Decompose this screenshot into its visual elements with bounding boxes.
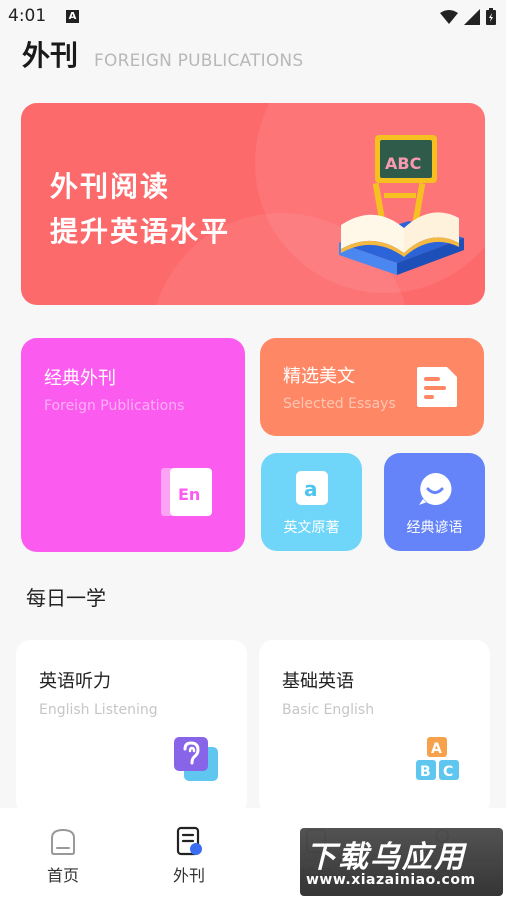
ear-icon [174,737,218,781]
banner-line1: 外刊阅读 [50,170,171,203]
watermark-url: www.xiazainiao.com [306,872,476,888]
wifi-icon [440,9,458,24]
publications-title: 经典外刊 [44,368,116,389]
svg-text:C: C [443,764,453,780]
letter-a-icon: a [295,471,328,505]
svg-text:A: A [431,741,442,757]
watermark-title: 下载乌应用 [306,840,466,875]
battery-icon [486,8,496,25]
home-icon [51,828,75,855]
essays-title: 精选美文 [283,366,355,387]
book-blackboard-illustration: ABC [339,135,464,275]
proverbs-label: 经典谚语 [406,520,463,536]
document-icon [417,367,457,407]
blackboard-text: ABC [385,154,421,173]
signal-icon [464,8,480,25]
banner-line2: 提升英语水平 [50,215,231,248]
svg-text:En: En [178,485,200,504]
abc-blocks-icon: A B C [416,737,459,780]
tab-publications-label: 外刊 [172,866,205,885]
en-book-icon: En [161,468,212,516]
originals-label: 英文原著 [283,520,340,536]
english-listening-card[interactable]: 英语听力 English Listening [16,640,247,815]
promo-banner[interactable]: 外刊阅读 提升英语水平 ABC [21,103,485,305]
publications-subtitle: Foreign Publications [44,398,185,414]
page-header: 外刊 FOREIGN PUBLICATIONS [22,34,303,74]
svg-text:B: B [420,764,431,780]
publication-icon [176,826,202,856]
status-time: 4:01 [8,6,47,26]
chat-bubble-icon [418,472,451,505]
basic-english-title: 基础英语 [282,671,354,692]
site-watermark: 下载乌应用 www.xiazainiao.com [300,828,503,896]
daily-learning-heading: 每日一学 [26,586,106,610]
selected-essays-card[interactable]: 精选美文 Selected Essays [260,338,484,436]
tab-home[interactable]: 首页 [13,826,113,886]
essays-subtitle: Selected Essays [283,396,396,412]
page-subtitle: FOREIGN PUBLICATIONS [94,51,304,71]
classic-proverbs-card[interactable]: 经典谚语 [384,453,485,551]
svg-text:a: a [304,477,318,501]
english-originals-card[interactable]: a 英文原著 [261,453,362,551]
page-title: 外刊 [22,39,79,72]
status-bar: 4:01 A [0,0,506,34]
basic-english-card[interactable]: 基础英语 Basic English A B C [259,640,490,815]
status-icons [440,8,496,25]
tab-home-label: 首页 [46,866,79,885]
basic-english-subtitle: Basic English [282,702,375,718]
listening-title: 英语听力 [39,671,111,692]
tab-publications[interactable]: 外刊 [139,826,239,886]
listening-subtitle: English Listening [39,702,158,718]
notification-icon: A [66,10,79,23]
classic-publications-card[interactable]: 经典外刊 Foreign Publications En [21,338,245,552]
